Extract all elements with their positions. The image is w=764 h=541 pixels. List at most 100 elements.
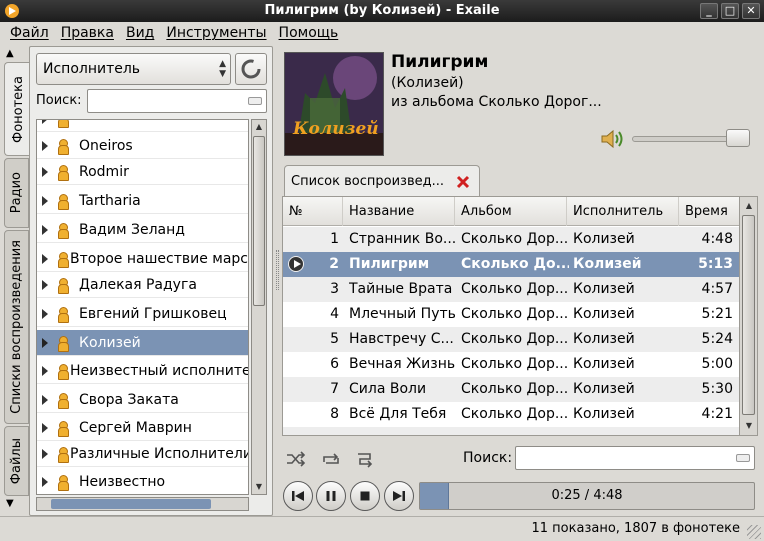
library-search-input[interactable] (87, 89, 267, 113)
expander-icon[interactable] (42, 140, 48, 151)
tree-row[interactable]: Второе нашествие марсиан (37, 246, 248, 272)
volume-icon[interactable] (600, 128, 624, 150)
playlist-search-input[interactable] (515, 446, 755, 470)
chevron-up-icon[interactable]: ▲ (6, 48, 14, 59)
clear-icon[interactable] (248, 97, 262, 105)
tree-row[interactable]: Rodmir (37, 159, 248, 185)
cell-num: 5 (330, 331, 339, 347)
menu-file[interactable]: Файл (4, 25, 55, 41)
cell-title: Странник Во... (349, 231, 455, 247)
column-title[interactable]: Название (343, 197, 455, 226)
tree-row[interactable]: Tartharia (37, 188, 248, 214)
expander-icon[interactable] (42, 394, 48, 405)
tab-radio[interactable]: Радио (4, 158, 29, 228)
shuffle-icon[interactable] (285, 449, 307, 469)
playlist-row[interactable]: 6 Вечная Жизнь Сколько Дор... Колизей 5:00 (283, 352, 739, 377)
tab-playlists[interactable]: Списки воспроизведения (4, 230, 29, 424)
chevron-down-icon[interactable]: ▼ (6, 498, 14, 509)
cell-num: 4 (330, 306, 339, 322)
dynamic-icon[interactable] (354, 449, 376, 469)
tree-row[interactable]: Oneiros (37, 133, 248, 159)
column-time[interactable]: Время (679, 197, 739, 226)
scroll-down-icon[interactable]: ▼ (742, 419, 756, 433)
repeat-icon[interactable] (320, 449, 342, 469)
column-album[interactable]: Альбом (455, 197, 567, 226)
previous-button[interactable] (283, 481, 313, 511)
tree-row-label: Далекая Радуга (79, 276, 197, 293)
tree-row[interactable]: Свора Заката (37, 387, 248, 413)
cell-artist: Колизей (573, 306, 635, 322)
pause-button[interactable] (316, 481, 346, 511)
playlist-row[interactable]: 8 Всё Для Тебя Сколько Дор... Колизей 4:21 (283, 402, 739, 427)
expander-icon[interactable] (42, 448, 48, 459)
scroll-thumb[interactable] (742, 215, 755, 415)
expander-icon[interactable] (42, 476, 48, 487)
cell-album: Сколько Дор... (461, 381, 569, 397)
menu-view[interactable]: Вид (120, 25, 160, 41)
expander-icon[interactable] (42, 195, 48, 206)
tab-playlist[interactable]: Список воспроизвед... (284, 165, 480, 198)
cell-title: Пилигрим (349, 256, 430, 272)
tree-row[interactable]: Неизвестный исполнитель (37, 358, 248, 384)
expander-icon[interactable] (42, 308, 48, 319)
previous-icon (292, 491, 304, 501)
tab-library[interactable]: Фонотека (4, 62, 31, 156)
seek-bar[interactable]: 0:25 / 4:48 (419, 482, 755, 510)
tree-row[interactable]: Сергей Маврин (37, 415, 248, 441)
column-artist[interactable]: Исполнитель (567, 197, 679, 226)
next-button[interactable] (384, 481, 414, 511)
menu-edit[interactable]: Правка (55, 25, 120, 41)
playlist-row[interactable]: 3 Тайные Врата Сколько Дор... Колизей 4:57 (283, 277, 739, 302)
tree-row[interactable]: Евгений Гришковец (37, 301, 248, 327)
library-search-label: Поиск: (36, 93, 82, 108)
library-scrollbar[interactable]: ▲ ▼ (251, 119, 267, 495)
refresh-button[interactable] (235, 53, 267, 85)
tree-row[interactable]: Колизей (37, 330, 248, 356)
artist-tree: Oneiros Rodmir Tartharia Вадим Зеланд Второе… (36, 119, 249, 495)
playlist-row[interactable]: 4 Млечный Путь Сколько Дор... Колизей 5:21 (283, 302, 739, 327)
scroll-down-icon[interactable]: ▼ (252, 480, 266, 494)
clear-icon[interactable] (736, 454, 750, 462)
playlist-row[interactable]: 7 Сила Воли Сколько Дор... Колизей 5:30 (283, 377, 739, 402)
menu-help[interactable]: Помощь (273, 25, 345, 41)
select-arrows-icon: ▲ ▼ (219, 59, 226, 79)
tree-row-label: Второе нашествие марсиан (70, 250, 248, 267)
volume-slider-handle[interactable] (726, 129, 750, 147)
close-button[interactable]: ✕ (742, 3, 760, 19)
expander-icon[interactable] (42, 337, 48, 348)
scroll-up-icon[interactable]: ▲ (742, 199, 756, 213)
menu-tools[interactable]: Инструменты (160, 25, 272, 41)
playlist-row[interactable]: 1 Странник Во... Сколько Дор... Колизей 4:48 (283, 227, 739, 252)
view-mode-select[interactable]: Исполнитель ▲ ▼ (36, 53, 231, 85)
tab-files[interactable]: Файлы (4, 426, 29, 496)
expander-icon[interactable] (42, 365, 48, 376)
tree-row[interactable]: Далекая Радуга (37, 272, 248, 298)
cell-num: 1 (330, 231, 339, 247)
stop-icon (360, 491, 370, 501)
library-hscrollbar[interactable] (36, 497, 249, 511)
expander-icon[interactable] (42, 224, 48, 235)
hscroll-thumb[interactable] (51, 499, 211, 509)
playlist-row[interactable]: 5 Навстречу С... Сколько Дор... Колизей 5:24 (283, 327, 739, 352)
expander-icon[interactable] (42, 279, 48, 290)
scroll-thumb[interactable] (253, 136, 265, 306)
expander-icon[interactable] (42, 253, 48, 264)
playlist-scrollbar[interactable]: ▲ ▼ (739, 197, 757, 435)
expander-icon[interactable] (42, 166, 48, 177)
tree-row[interactable]: Различные Исполнители (37, 441, 248, 467)
stop-button[interactable] (350, 481, 380, 511)
cell-album: Сколько Дор... (461, 356, 569, 372)
expander-icon[interactable] (42, 422, 48, 433)
close-tab-icon[interactable] (455, 174, 471, 190)
maximize-button[interactable]: □ (721, 3, 739, 19)
cell-time: 5:00 (701, 356, 733, 372)
scroll-up-icon[interactable]: ▲ (252, 120, 266, 134)
column-number[interactable]: № (283, 197, 343, 226)
tree-row[interactable]: Неизвестно (37, 469, 248, 494)
tree-row[interactable]: Вадим Зеланд (37, 217, 248, 243)
minimize-button[interactable]: _ (700, 3, 718, 19)
artist-icon (58, 306, 69, 323)
resize-grip-icon[interactable] (747, 525, 761, 539)
pane-splitter[interactable] (276, 250, 279, 290)
playlist-row[interactable]: 2 Пилигрим Сколько До... Колизей 5:13 (283, 252, 739, 277)
